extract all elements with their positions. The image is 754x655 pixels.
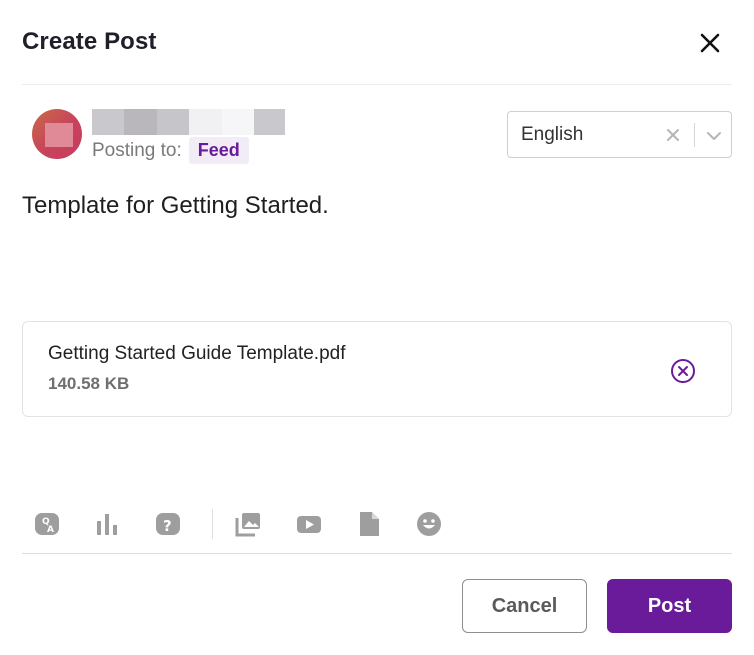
qa-icon[interactable]: Q A xyxy=(33,510,61,538)
footer-divider xyxy=(22,553,732,554)
post-toolbar: Q A ? xyxy=(22,505,732,545)
question-icon[interactable]: ? xyxy=(154,510,182,538)
author-name-redacted xyxy=(92,109,285,135)
avatar xyxy=(32,109,82,159)
image-gallery-icon[interactable] xyxy=(234,510,262,538)
posting-to-label: Posting to: xyxy=(92,139,182,161)
toolbar-separator xyxy=(212,509,213,539)
poll-icon[interactable] xyxy=(93,510,121,538)
post-content[interactable]: Template for Getting Started. xyxy=(22,192,329,220)
posting-to-row: Posting to: Feed xyxy=(92,136,249,165)
attachment-file-name: Getting Started Guide Template.pdf xyxy=(48,343,346,364)
document-icon[interactable] xyxy=(355,510,383,538)
clear-icon[interactable] xyxy=(663,125,683,145)
svg-text:?: ? xyxy=(163,517,172,535)
close-icon[interactable] xyxy=(694,27,726,59)
attachment-card: Getting Started Guide Template.pdf 140.5… xyxy=(22,321,732,417)
dialog-title: Create Post xyxy=(22,28,157,55)
header-divider xyxy=(22,84,732,85)
attachment-file-size: 140.58 KB xyxy=(48,374,130,393)
destination-chip[interactable]: Feed xyxy=(188,137,249,164)
emoji-icon[interactable] xyxy=(415,510,443,538)
avatar-image xyxy=(45,123,73,147)
cancel-button[interactable]: Cancel xyxy=(462,579,587,633)
svg-text:A: A xyxy=(47,525,54,535)
post-button[interactable]: Post xyxy=(607,579,732,633)
video-icon[interactable] xyxy=(295,510,323,538)
dialog-header: Create Post xyxy=(0,0,754,85)
language-select[interactable]: English xyxy=(507,111,732,158)
remove-attachment-icon[interactable] xyxy=(669,357,697,385)
select-separator xyxy=(694,123,695,147)
chevron-down-icon[interactable] xyxy=(704,126,724,146)
language-value: English xyxy=(521,124,584,145)
